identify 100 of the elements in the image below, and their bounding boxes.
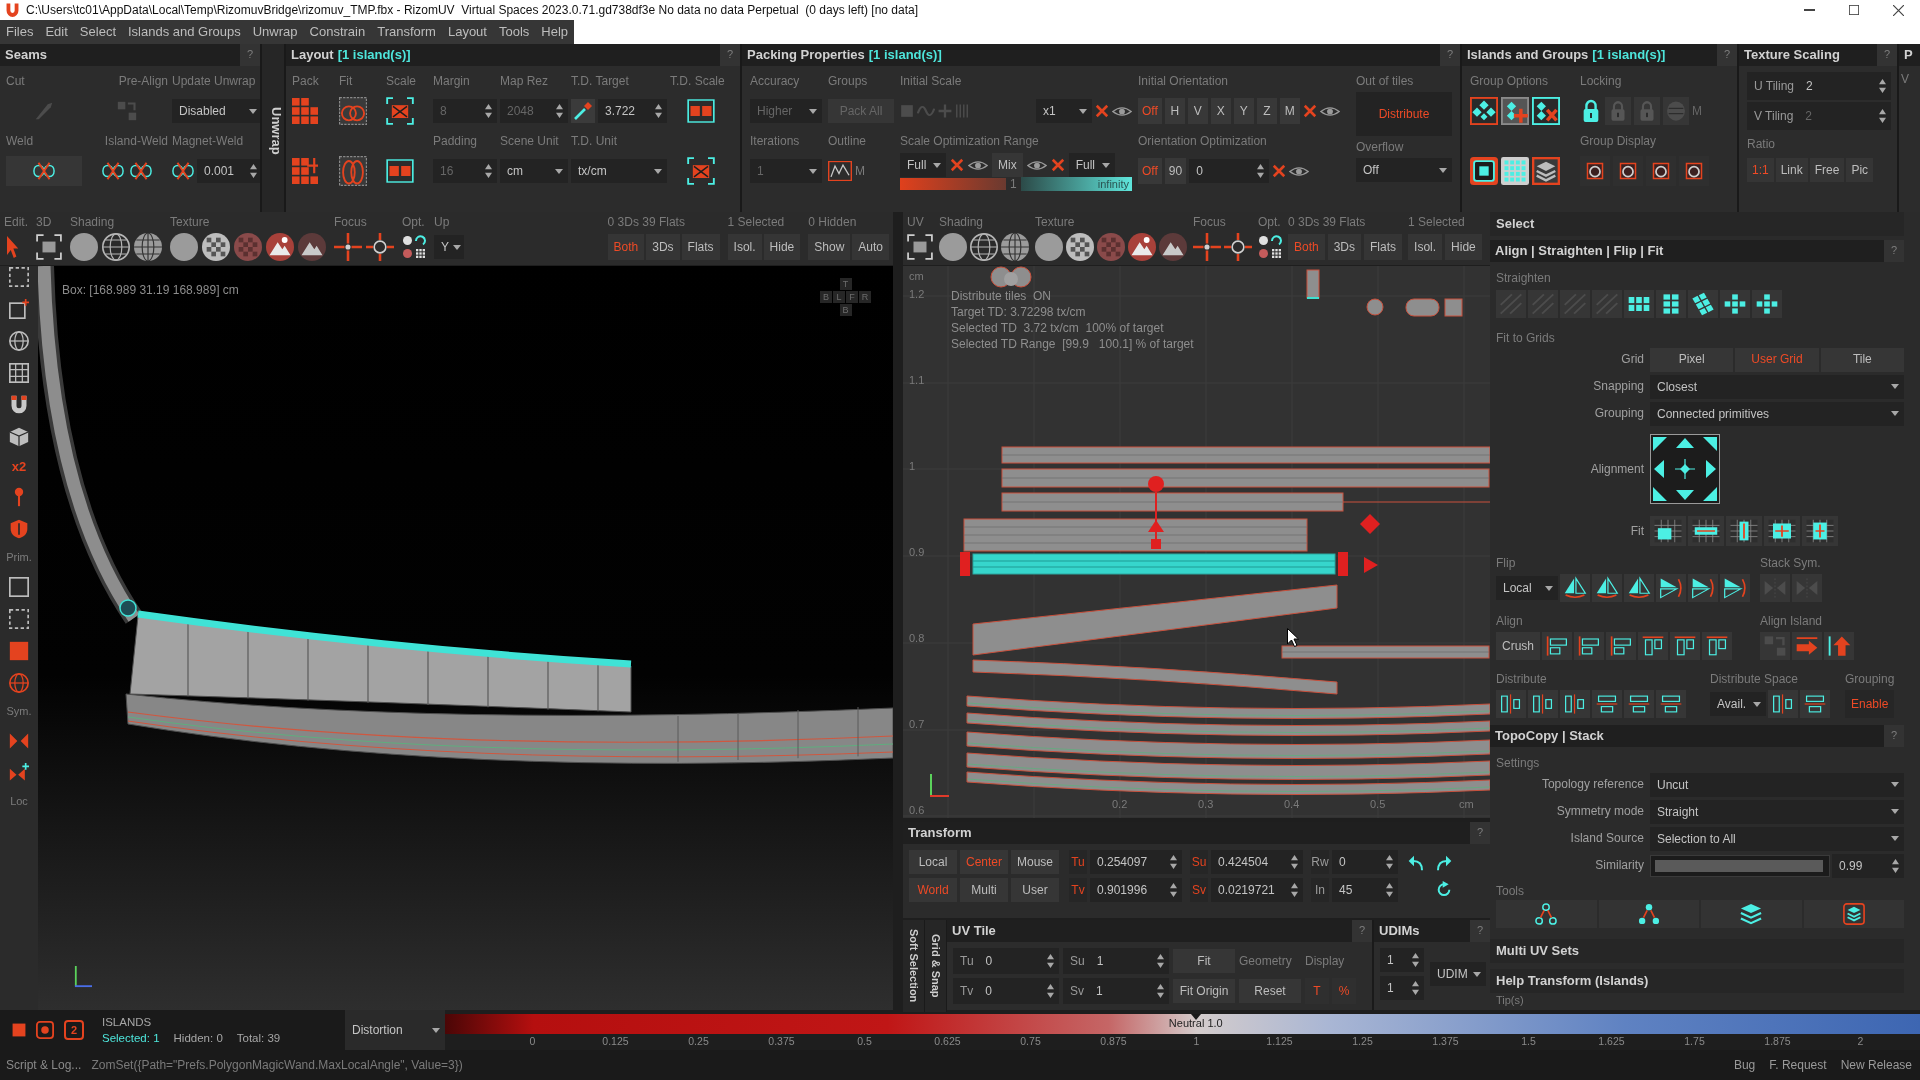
- menu-item[interactable]: Islands and Groups: [122, 20, 247, 44]
- mirror-icon[interactable]: [9, 762, 29, 783]
- flip-icon[interactable]: [1560, 574, 1590, 602]
- spin-arrows-icon[interactable]: [1386, 855, 1393, 869]
- cross-icon[interactable]: [1095, 104, 1109, 118]
- align-icon[interactable]: [1542, 632, 1572, 660]
- crossed-loops-icon[interactable]: [172, 160, 194, 182]
- squares-cross-icon[interactable]: [1720, 290, 1750, 318]
- flip-icon[interactable]: [1592, 574, 1622, 602]
- spin-arrows-icon[interactable]: [1892, 858, 1899, 873]
- eyedropper-icon[interactable]: [571, 99, 595, 123]
- reset-button[interactable]: Reset: [1239, 979, 1301, 1003]
- spin-arrows-icon[interactable]: [655, 104, 662, 118]
- transform-value-field[interactable]: 0: [1332, 850, 1398, 874]
- spin-arrows-icon[interactable]: [1257, 164, 1265, 178]
- orientation-option[interactable]: Y: [1233, 98, 1254, 124]
- grid-fit-icon[interactable]: [1726, 516, 1762, 546]
- td-target-field[interactable]: 3.722: [598, 99, 667, 123]
- distribute-icon[interactable]: [1624, 690, 1654, 718]
- transform-value-field[interactable]: 0.0219721: [1211, 878, 1303, 902]
- blocks-icon[interactable]: [292, 98, 318, 124]
- orientation-option[interactable]: X: [1210, 98, 1231, 124]
- filter-tab[interactable]: 3Ds: [1327, 234, 1362, 260]
- menu-item[interactable]: Layout: [441, 20, 493, 44]
- spin-arrows-icon[interactable]: [250, 164, 257, 178]
- distribute-icon[interactable]: [1528, 690, 1558, 718]
- mountain-icon[interactable]: [1128, 233, 1156, 261]
- tilted-grid-icon[interactable]: [1688, 290, 1718, 318]
- grid-fit-icon[interactable]: [1688, 516, 1724, 546]
- tile-icon[interactable]: [1470, 157, 1498, 185]
- distribute-icon[interactable]: [1560, 690, 1590, 718]
- eye-icon[interactable]: [1112, 104, 1132, 118]
- alignment-pad-icon[interactable]: [1650, 434, 1720, 504]
- dashed-square-icon[interactable]: [9, 609, 29, 629]
- filter-tab[interactable]: Both: [607, 234, 645, 260]
- mountain-icon[interactable]: [298, 233, 326, 261]
- range-max-dropdown[interactable]: Full: [1068, 153, 1115, 177]
- transform-gizmo[interactable]: [960, 476, 1380, 576]
- frame-icon[interactable]: [687, 99, 715, 123]
- cube-icon[interactable]: [9, 427, 29, 447]
- distribute-space-dropdown[interactable]: Avail.: [1710, 692, 1766, 716]
- grouping-toggle[interactable]: Enable: [1845, 690, 1895, 718]
- frame-icon[interactable]: [687, 157, 715, 185]
- transform-mode-button[interactable]: User: [1011, 878, 1059, 902]
- transform-mode-button[interactable]: World: [909, 878, 957, 902]
- close-icon[interactable]: [1893, 4, 1904, 16]
- crosshair-icon[interactable]: [1193, 233, 1221, 261]
- maximize-icon[interactable]: [1849, 5, 1859, 15]
- globe-icon[interactable]: [9, 331, 29, 351]
- distribute-icon[interactable]: [1592, 690, 1622, 718]
- selection-action-button[interactable]: Isol.: [1408, 234, 1443, 260]
- menu-item[interactable]: Tools: [492, 20, 536, 44]
- angle-step-button[interactable]: 90: [1164, 158, 1187, 184]
- ratio-option[interactable]: Link: [1775, 158, 1808, 182]
- distribute-toggle[interactable]: Distribute: [1356, 92, 1452, 136]
- distribute-icon[interactable]: [1768, 690, 1798, 718]
- count-badge[interactable]: 2: [64, 1020, 84, 1040]
- menu-item[interactable]: Transform: [371, 20, 442, 44]
- grid-tab[interactable]: Tile: [1820, 347, 1904, 372]
- rotate-icon[interactable]: [1436, 881, 1452, 897]
- transform-mode-button[interactable]: Local: [909, 850, 957, 874]
- snapping-dropdown[interactable]: Closest: [1650, 374, 1904, 399]
- align-icon[interactable]: [1638, 632, 1668, 660]
- scene-unit-dropdown[interactable]: cm: [500, 159, 568, 183]
- align-icon[interactable]: [1670, 632, 1700, 660]
- similarity-slider[interactable]: [1650, 854, 1830, 877]
- square-plus-icon[interactable]: [9, 299, 29, 319]
- orientation-option[interactable]: M: [1279, 98, 1300, 124]
- eye-icon[interactable]: [968, 158, 988, 172]
- globe-icon[interactable]: [9, 673, 29, 693]
- menu-item[interactable]: Unwrap: [246, 20, 304, 44]
- transform-value-field[interactable]: 45: [1332, 878, 1398, 902]
- menu-item[interactable]: Select: [73, 20, 122, 44]
- cross-icon[interactable]: [950, 158, 964, 172]
- uv-island[interactable]: [1306, 269, 1320, 299]
- checker-icon[interactable]: [1066, 233, 1094, 261]
- grid-icon[interactable]: [9, 363, 29, 383]
- hidden-action-button[interactable]: Show: [808, 234, 851, 260]
- menu-item[interactable]: Constrain: [303, 20, 372, 44]
- weld-button[interactable]: [6, 156, 82, 186]
- setting-dropdown[interactable]: Selection to All: [1650, 826, 1904, 851]
- selected-uv-island[interactable]: [972, 553, 1336, 575]
- magnet-icon[interactable]: [9, 395, 29, 415]
- spin-arrows-icon[interactable]: [1047, 954, 1054, 968]
- transform-mode-button[interactable]: Mouse: [1011, 850, 1059, 874]
- orientation-option[interactable]: V: [1187, 98, 1208, 124]
- spin-arrows-icon[interactable]: [1047, 984, 1054, 998]
- tool-button[interactable]: [1803, 900, 1904, 928]
- display-mode-dropdown[interactable]: Distortion: [345, 1010, 445, 1050]
- square-icon[interactable]: [9, 577, 29, 597]
- udim-mode-dropdown[interactable]: UDIM: [1430, 962, 1486, 986]
- blocks-icon[interactable]: [292, 158, 318, 184]
- layers-icon[interactable]: [1532, 157, 1560, 185]
- transform-mode-button[interactable]: Multi: [960, 878, 1008, 902]
- ratio-option[interactable]: Free: [1809, 158, 1845, 182]
- tile-offset-field[interactable]: Tu 0: [953, 948, 1059, 974]
- angle-field[interactable]: 0: [1189, 159, 1270, 183]
- mountain-icon[interactable]: [266, 233, 294, 261]
- hidden-action-button[interactable]: Auto: [852, 234, 889, 260]
- filter-tab[interactable]: 3Ds: [646, 234, 680, 260]
